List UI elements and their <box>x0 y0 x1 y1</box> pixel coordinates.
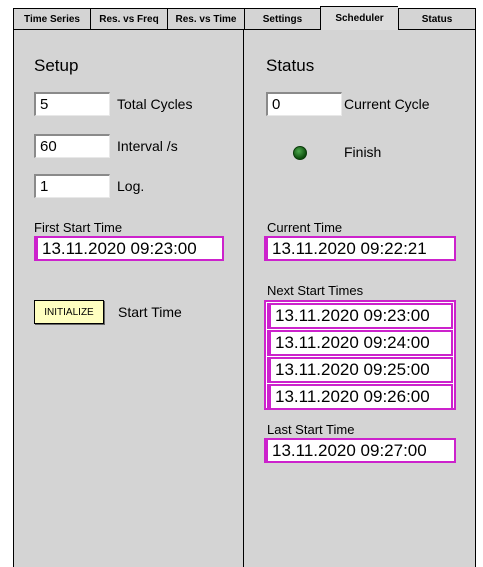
current-cycle-field: 0 <box>266 92 342 116</box>
tab-res-vs-freq[interactable]: Res. vs Freq <box>90 8 167 30</box>
panel-divider <box>243 30 244 567</box>
initialize-button[interactable]: INITIALIZE <box>34 300 104 324</box>
next-start-times-label: Next Start Times <box>267 283 364 298</box>
setup-heading: Setup <box>34 56 79 75</box>
log-input[interactable]: 1 <box>34 174 110 198</box>
tab-status[interactable]: Status <box>398 8 476 30</box>
first-start-time-field[interactable]: 13.11.2020 09:23:00 <box>34 236 224 261</box>
interval-label: Interval /s <box>117 138 178 154</box>
last-start-time-label: Last Start Time <box>267 422 355 437</box>
total-cycles-input[interactable]: 5 <box>34 92 110 116</box>
scheduler-panel: Setup 5 Total Cycles 60 Interval /s 1 Lo… <box>13 30 476 567</box>
log-label: Log. <box>117 178 145 194</box>
next-start-time-item: 13.11.2020 09:25:00 <box>267 357 453 383</box>
current-time-label: Current Time <box>267 220 343 235</box>
start-time-label: Start Time <box>118 304 182 320</box>
last-start-time-field: 13.11.2020 09:27:00 <box>264 438 456 463</box>
next-start-times-list: 13.11.2020 09:23:00 13.11.2020 09:24:00 … <box>264 300 456 410</box>
first-start-time-label: First Start Time <box>34 220 123 235</box>
next-start-time-item: 13.11.2020 09:23:00 <box>267 303 453 329</box>
tab-scheduler[interactable]: Scheduler <box>320 6 398 30</box>
current-cycle-label: Current Cycle <box>344 96 430 112</box>
current-time-field: 13.11.2020 09:22:21 <box>264 236 456 261</box>
next-start-time-item: 13.11.2020 09:26:00 <box>267 384 453 410</box>
total-cycles-label: Total Cycles <box>117 96 193 112</box>
tab-time-series[interactable]: Time Series <box>13 8 90 30</box>
finish-label: Finish <box>344 144 382 160</box>
tab-res-vs-time[interactable]: Res. vs Time <box>167 8 244 30</box>
tab-settings[interactable]: Settings <box>244 8 320 30</box>
interval-input[interactable]: 60 <box>34 134 110 158</box>
finish-led-indicator <box>293 146 307 160</box>
status-heading: Status <box>266 56 315 75</box>
next-start-time-item: 13.11.2020 09:24:00 <box>267 330 453 356</box>
tab-bar: Time Series Res. vs Freq Res. vs Time Se… <box>13 6 476 30</box>
